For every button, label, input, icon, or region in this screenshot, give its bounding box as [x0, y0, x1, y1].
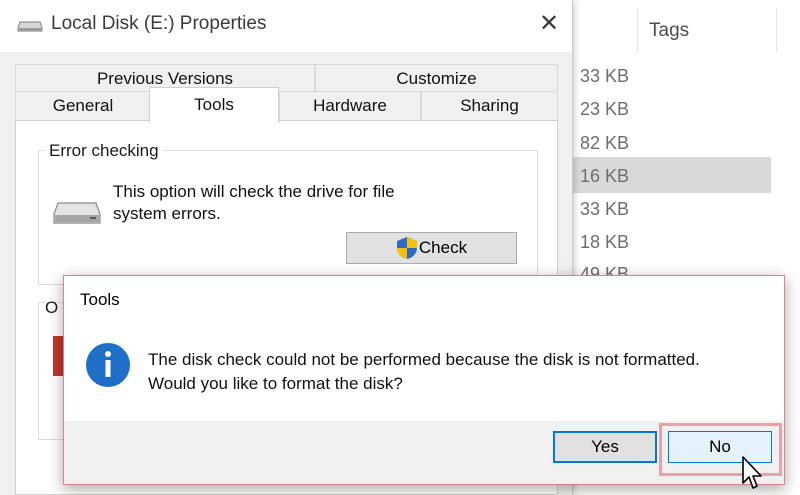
yes-button[interactable]: Yes — [553, 431, 657, 463]
close-icon[interactable]: ✕ — [530, 6, 568, 40]
file-size-cell: 33 KB — [580, 199, 630, 219]
info-icon — [86, 343, 130, 387]
tools-dialog-message: The disk check could not be performed be… — [148, 348, 778, 396]
file-size-cell: 33 KB — [580, 66, 630, 86]
file-size-cell: 16 KB — [580, 166, 630, 186]
properties-title: Local Disk (E:) Properties — [51, 13, 267, 34]
tools-dialog-title: Tools — [80, 290, 120, 309]
file-size-cell: 18 KB — [580, 232, 630, 252]
file-size-cell: 23 KB — [580, 99, 630, 119]
error-checking-title: Error checking — [45, 141, 163, 161]
optimize-group-title: O — [45, 298, 59, 318]
message-line-2: Would you like to format the disk? — [148, 374, 403, 393]
column-divider[interactable] — [637, 8, 638, 52]
drive-icon — [53, 202, 101, 224]
shield-icon — [396, 237, 417, 259]
mouse-cursor-icon — [742, 456, 762, 489]
error-checking-description: This option will check the drive for fil… — [113, 182, 395, 223]
tab-general[interactable]: General — [15, 91, 151, 120]
message-line-1: The disk check could not be performed be… — [148, 350, 700, 369]
tab-hardware[interactable]: Hardware — [279, 91, 421, 120]
tab-sharing[interactable]: Sharing — [421, 91, 558, 120]
tab-customize[interactable]: Customize — [315, 64, 558, 92]
check-button-label: Check — [418, 238, 468, 257]
column-divider[interactable] — [776, 8, 777, 52]
properties-titlebar[interactable]: Local Disk (E:) Properties ✕ — [0, 0, 572, 52]
drive-icon — [17, 21, 43, 32]
file-size-cell: 82 KB — [580, 133, 630, 153]
check-button[interactable]: Check — [346, 232, 517, 264]
tags-column-header[interactable]: Tags — [649, 20, 689, 42]
tab-tools[interactable]: Tools — [149, 87, 279, 123]
